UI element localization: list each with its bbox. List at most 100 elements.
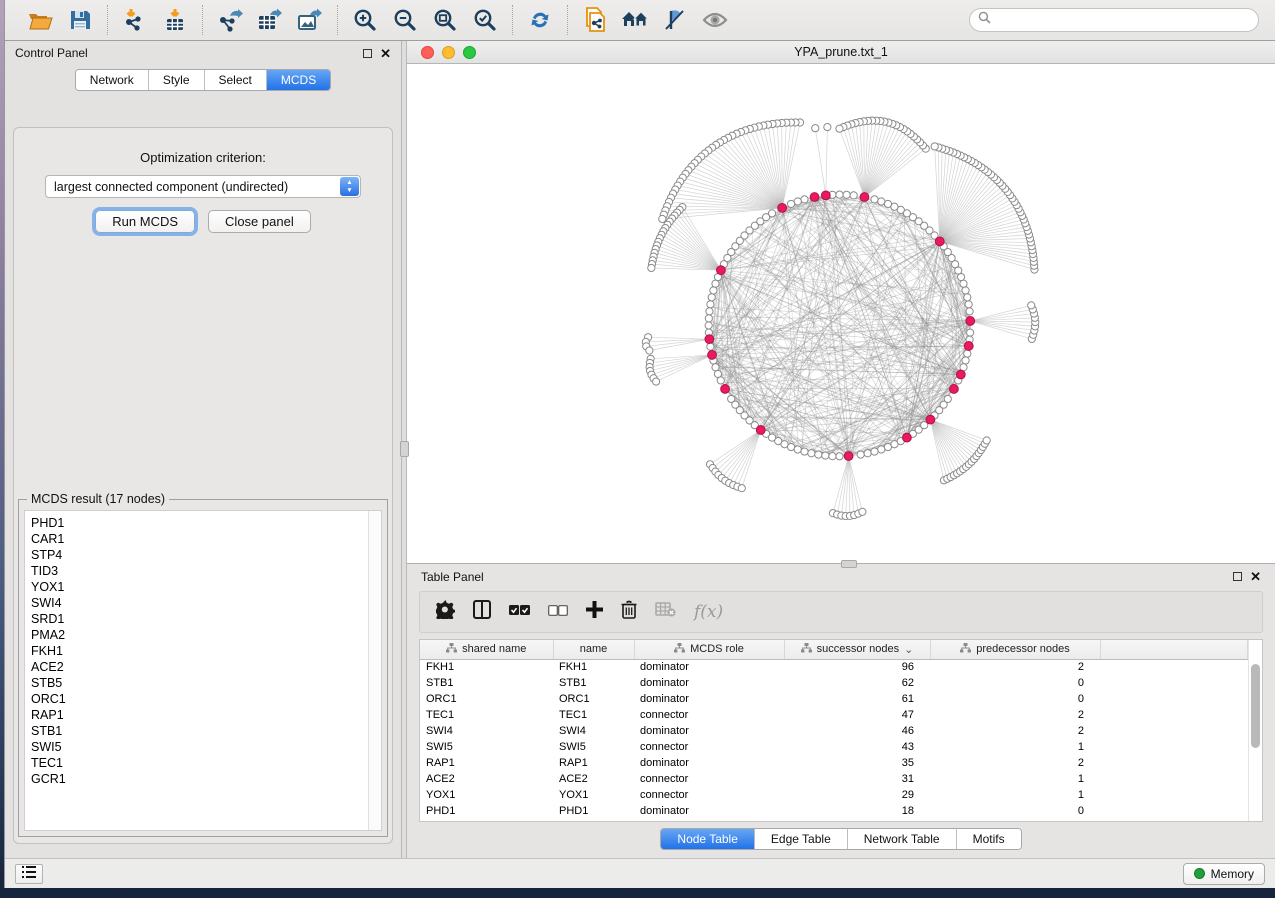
table-row[interactable]: STB1STB1dominator620 (420, 675, 1248, 691)
node-table-grid[interactable]: shared namenameMCDS rolesuccessor nodes⌄… (420, 640, 1248, 819)
mcds-hub-node[interactable] (810, 193, 819, 202)
horizontal-splitter-handle[interactable] (841, 560, 857, 568)
create-column-button[interactable] (586, 601, 603, 623)
close-panel-icon[interactable]: ✕ (380, 47, 391, 60)
ring-node[interactable] (964, 350, 971, 357)
ring-node[interactable] (794, 198, 801, 205)
tab-network-table[interactable]: Network Table (848, 829, 957, 849)
ring-node[interactable] (707, 343, 714, 350)
mcds-result-item[interactable]: TEC1 (31, 755, 368, 771)
column-header-predecessor-nodes[interactable]: predecessor nodes (930, 640, 1100, 659)
import-network-button[interactable] (118, 4, 152, 36)
column-header-shared-name[interactable]: shared name (420, 640, 553, 659)
ring-node[interactable] (708, 294, 715, 301)
mcds-result-item[interactable]: STB5 (31, 675, 368, 691)
leaf-node[interactable] (859, 508, 866, 515)
column-header-successor-nodes[interactable]: successor nodes⌄ (784, 640, 930, 659)
select-all-columns-button[interactable] (509, 603, 530, 621)
table-row[interactable]: YOX1YOX1connector291 (420, 787, 1248, 803)
mcds-result-list[interactable]: PHD1CAR1STP4TID3YOX1SWI4SRD1PMA2FKH1ACE2… (24, 510, 382, 831)
leaf-node[interactable] (646, 347, 653, 354)
zoom-out-button[interactable] (388, 4, 422, 36)
mcds-result-item[interactable]: FKH1 (31, 643, 368, 659)
ring-node[interactable] (787, 443, 794, 450)
ring-node[interactable] (962, 357, 969, 364)
run-mcds-button[interactable]: Run MCDS (95, 210, 195, 233)
leaf-node[interactable] (824, 123, 831, 130)
mcds-result-item[interactable]: STB1 (31, 723, 368, 739)
criterion-dropdown[interactable]: largest connected component (undirected)… (45, 175, 361, 198)
column-header-MCDS-role[interactable]: MCDS role (634, 640, 784, 659)
show-graphics-details-button[interactable] (658, 4, 692, 36)
leaf-node[interactable] (738, 485, 745, 492)
ring-node[interactable] (884, 200, 891, 207)
ring-node[interactable] (822, 452, 829, 459)
leaf-node[interactable] (653, 378, 660, 385)
leaf-node[interactable] (812, 125, 819, 132)
table-row[interactable]: PHD1PHD1dominator180 (420, 803, 1248, 819)
table-row[interactable]: SWI5SWI5connector431 (420, 739, 1248, 755)
close-panel-button[interactable]: Close panel (208, 210, 311, 233)
memory-button[interactable]: Memory (1183, 863, 1265, 885)
mcds-hub-node[interactable] (902, 433, 911, 442)
zoom-fit-button[interactable] (428, 4, 462, 36)
table-row[interactable]: RAP1RAP1dominator352 (420, 755, 1248, 771)
leaf-node[interactable] (931, 143, 938, 150)
refresh-layout-button[interactable] (523, 4, 557, 36)
ring-node[interactable] (710, 287, 717, 294)
leaf-node[interactable] (836, 125, 843, 132)
tab-node-table[interactable]: Node Table (661, 829, 755, 849)
mcds-result-item[interactable]: GCR1 (31, 771, 368, 787)
mcds-result-item[interactable]: STP4 (31, 547, 368, 563)
network-canvas[interactable] (407, 64, 1275, 563)
ring-node[interactable] (808, 450, 815, 457)
bird-eye-view-button[interactable] (698, 4, 732, 36)
deselect-all-columns-button[interactable] (548, 603, 568, 621)
ring-node[interactable] (850, 192, 857, 199)
tab-mcds[interactable]: MCDS (267, 70, 330, 90)
mcds-hub-node[interactable] (821, 191, 830, 200)
ring-node[interactable] (864, 450, 871, 457)
table-scrollbar-thumb[interactable] (1251, 664, 1260, 748)
search-field[interactable] (969, 8, 1259, 32)
table-row[interactable]: SWI4SWI4dominator462 (420, 723, 1248, 739)
mcds-hub-node[interactable] (860, 193, 869, 202)
zoom-selected-button[interactable] (468, 4, 502, 36)
delete-column-button[interactable] (621, 600, 637, 624)
hide-selected-button[interactable] (618, 4, 652, 36)
tab-select[interactable]: Select (205, 70, 267, 90)
table-row[interactable]: ACE2ACE2connector311 (420, 771, 1248, 787)
mcds-hub-node[interactable] (756, 426, 765, 435)
mcds-hub-node[interactable] (966, 317, 975, 326)
mcds-result-item[interactable]: PHD1 (31, 515, 368, 531)
export-table-button[interactable] (253, 4, 287, 36)
tab-motifs[interactable]: Motifs (957, 829, 1021, 849)
zoom-in-button[interactable] (348, 4, 382, 36)
ring-node[interactable] (815, 451, 822, 458)
ring-node[interactable] (829, 453, 836, 460)
mcds-hub-node[interactable] (705, 335, 714, 344)
mcds-hub-node[interactable] (708, 351, 717, 360)
tab-style[interactable]: Style (149, 70, 205, 90)
mcds-hub-node[interactable] (964, 342, 973, 351)
splitter-handle[interactable] (400, 441, 409, 457)
ring-node[interactable] (960, 280, 967, 287)
ring-node[interactable] (944, 395, 951, 402)
ring-node[interactable] (962, 287, 969, 294)
mcds-hub-node[interactable] (950, 385, 959, 394)
task-history-button[interactable] (15, 864, 43, 884)
mcds-result-item[interactable]: YOX1 (31, 579, 368, 595)
mcds-result-item[interactable]: ACE2 (31, 659, 368, 675)
ring-node[interactable] (857, 451, 864, 458)
ring-node[interactable] (878, 446, 885, 453)
mcds-result-item[interactable]: SWI5 (31, 739, 368, 755)
ring-node[interactable] (843, 191, 850, 198)
mcds-hub-node[interactable] (844, 452, 853, 461)
ring-node[interactable] (707, 301, 714, 308)
mcds-hub-node[interactable] (935, 237, 944, 246)
ring-node[interactable] (801, 196, 808, 203)
mcds-list-scrollbar[interactable] (368, 511, 381, 830)
mcds-result-item[interactable]: SWI4 (31, 595, 368, 611)
show-column-panel-button[interactable] (473, 600, 491, 624)
float-window-icon[interactable] (1233, 572, 1242, 581)
